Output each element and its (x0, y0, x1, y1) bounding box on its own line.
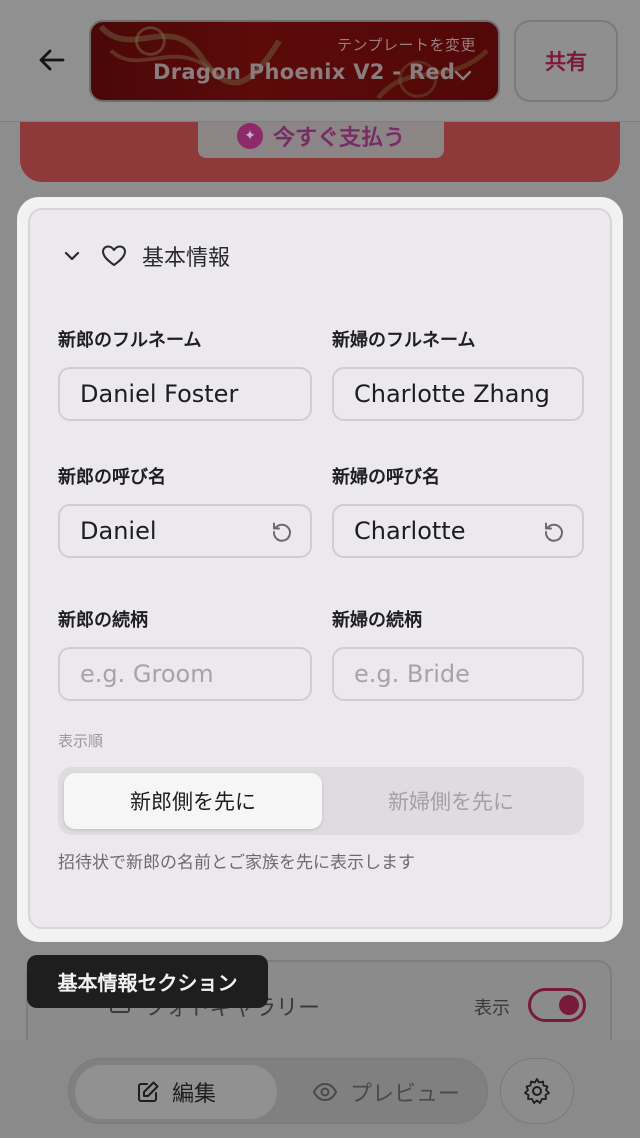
section-title: 基本情報 (142, 246, 231, 271)
gallery-visibility-toggle[interactable] (528, 988, 586, 1022)
groom-first-option[interactable]: 新郎側を先に (64, 773, 322, 829)
settings-button[interactable] (500, 1058, 574, 1124)
eye-icon (312, 1082, 338, 1102)
groom-fullname-field[interactable] (58, 367, 312, 421)
toggle-knob (559, 995, 579, 1015)
edit-icon (137, 1081, 159, 1102)
chevron-down-icon (454, 70, 472, 81)
mode-switcher: 編集 プレビュー (68, 1058, 488, 1124)
section-header[interactable]: 基本情報 (58, 238, 230, 274)
template-caption: テンプレートを変更 (336, 36, 476, 54)
template-name: Dragon Phoenix V2 - Red (153, 60, 456, 84)
bride-relation-input[interactable] (354, 660, 582, 688)
bride-fullname-field[interactable] (332, 367, 584, 421)
edit-mode-label: 編集 (171, 1082, 216, 1107)
basic-info-highlight: 基本情報 新郎のフルネーム 新婦のフルネーム 新郎の呼び名 新婦の呼び名 (17, 197, 623, 942)
bottom-toolbar: 編集 プレビュー (0, 1040, 640, 1138)
heart-icon (100, 242, 128, 270)
groom-nickname-label: 新郎の呼び名 (58, 467, 166, 488)
section-tooltip: 基本情報セクション (27, 955, 268, 1008)
edit-mode-button[interactable]: 編集 (75, 1065, 277, 1119)
bride-relation-label: 新婦の続柄 (332, 610, 422, 631)
groom-fullname-input[interactable] (80, 380, 310, 408)
preview-mode-label: プレビュー (349, 1082, 460, 1107)
display-order-helper: 招待状で新郎の名前とご家族を先に表示します (58, 853, 415, 873)
display-order-label: 表示順 (58, 732, 104, 750)
gear-icon (524, 1078, 550, 1104)
sparkle-icon: ✦ (236, 123, 263, 149)
gallery-show-label: 表示 (474, 998, 510, 1019)
back-button[interactable] (32, 40, 72, 80)
reset-icon[interactable] (542, 520, 566, 544)
change-template-button[interactable]: テンプレートを変更 Dragon Phoenix V2 - Red (89, 20, 500, 102)
bride-nickname-label: 新婦の呼び名 (332, 467, 440, 488)
basic-info-section: 基本情報 新郎のフルネーム 新婦のフルネーム 新郎の呼び名 新婦の呼び名 (28, 208, 612, 929)
pay-now-label: 今すぐ支払う (272, 126, 405, 151)
bride-relation-field[interactable] (332, 647, 584, 701)
groom-nickname-field[interactable] (58, 504, 312, 558)
bride-fullname-input[interactable] (354, 380, 582, 408)
chevron-down-icon[interactable] (58, 242, 86, 270)
groom-relation-input[interactable] (80, 660, 310, 688)
app-header: テンプレートを変更 Dragon Phoenix V2 - Red 共有 (0, 0, 640, 122)
display-order-toggle: 新郎側を先に 新婦側を先に (58, 767, 584, 835)
groom-relation-label: 新郎の続柄 (58, 610, 148, 631)
bride-fullname-label: 新婦のフルネーム (332, 330, 476, 351)
share-button[interactable]: 共有 (514, 20, 618, 102)
arrow-left-icon (39, 49, 65, 71)
groom-fullname-label: 新郎のフルネーム (58, 330, 202, 351)
bride-nickname-field[interactable] (332, 504, 584, 558)
reset-icon[interactable] (270, 520, 294, 544)
preview-mode-button[interactable]: プレビュー (291, 1065, 481, 1119)
groom-relation-field[interactable] (58, 647, 312, 701)
bride-first-option[interactable]: 新婦側を先に (322, 773, 580, 829)
